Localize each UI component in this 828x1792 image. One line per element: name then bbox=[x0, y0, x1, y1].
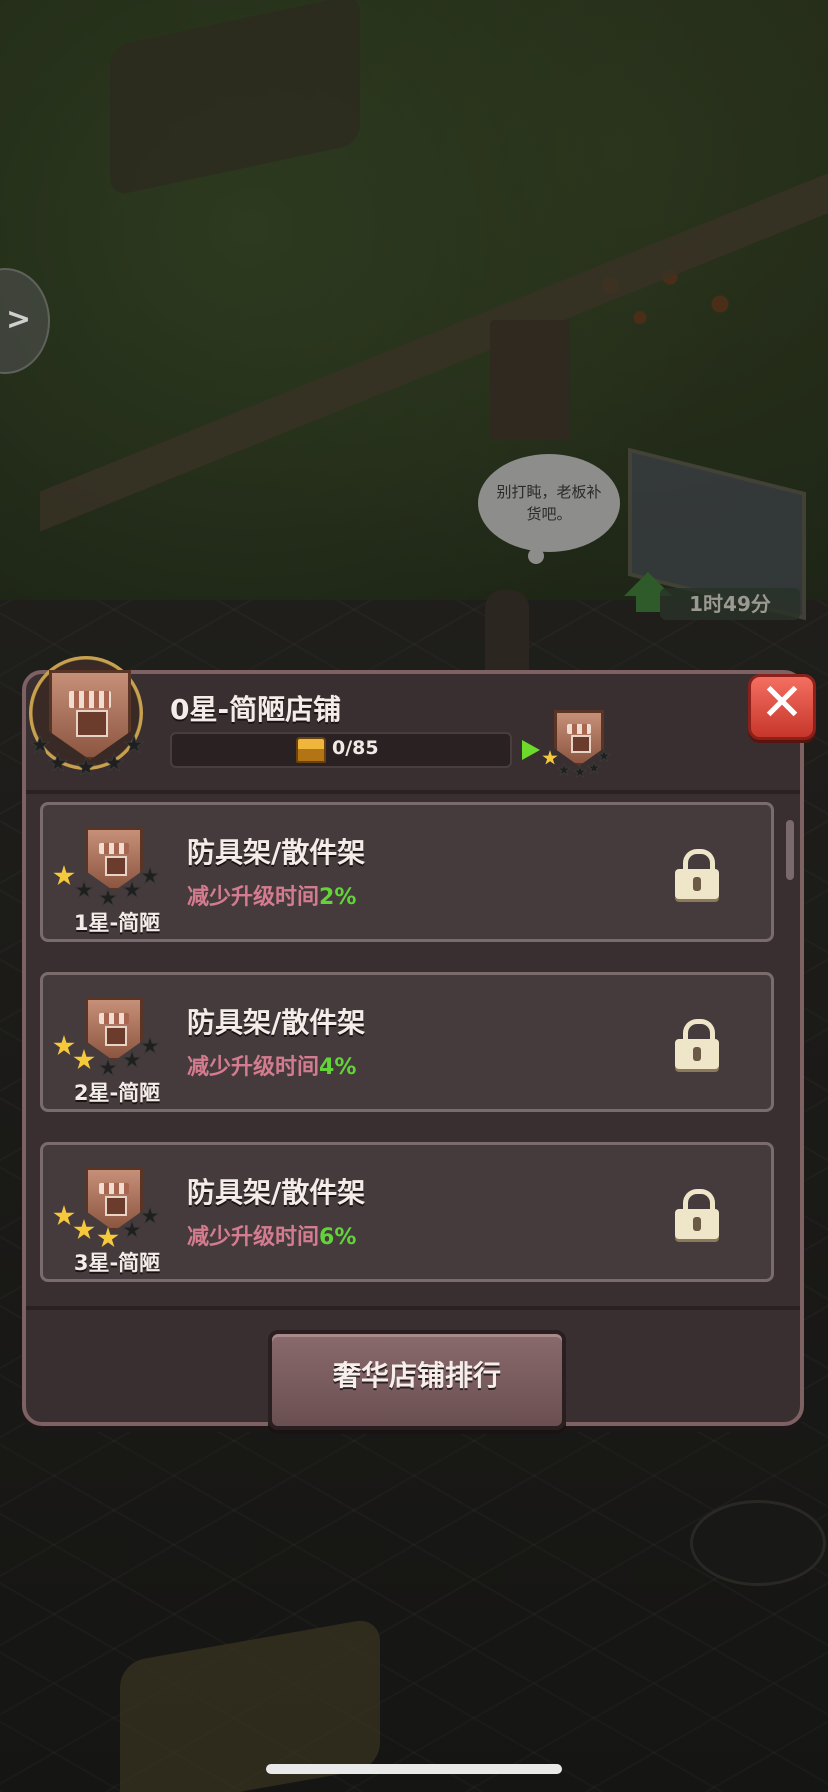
shop-badge-icon bbox=[554, 710, 604, 766]
luxury-shop-ranking-button[interactable]: 奢华店铺排行 bbox=[268, 1330, 566, 1430]
effect-value: 2% bbox=[319, 885, 357, 910]
star-icon bbox=[73, 1049, 95, 1070]
list-item[interactable]: 3星-简陋 防具架/散件架 减少升级时间6% bbox=[40, 1142, 774, 1282]
star-icon bbox=[53, 865, 75, 886]
chest-icon bbox=[296, 737, 326, 763]
wall-pillar bbox=[490, 320, 570, 440]
star-icon bbox=[586, 760, 602, 775]
item-effect: 减少升级时间2% bbox=[187, 879, 356, 911]
tier-label: 3星-简陋 bbox=[73, 1251, 161, 1275]
tier-badge: 3星-简陋 bbox=[53, 1155, 163, 1275]
progress-value: 0/85 bbox=[332, 737, 379, 759]
effect-text: 减少升级时间 bbox=[187, 1055, 320, 1080]
item-name: 防具架/散件架 bbox=[187, 1176, 366, 1209]
effect-value: 4% bbox=[319, 1055, 357, 1080]
star-icon bbox=[53, 1205, 75, 1226]
upgrade-timer: 1时49分 bbox=[660, 588, 800, 620]
shop-level-dialog: 0星-简陋店铺 0/85 ✕ 1星-简陋 防具架/散件架 减少升级时间2% 2星… bbox=[22, 656, 816, 1430]
chevron-right-icon: > bbox=[6, 302, 32, 337]
star-icon bbox=[97, 1057, 119, 1078]
star-icon bbox=[97, 1227, 119, 1248]
next-level-badge bbox=[542, 710, 612, 782]
lock-icon bbox=[675, 1189, 719, 1239]
home-indicator[interactable] bbox=[266, 1764, 562, 1774]
item-effect: 减少升级时间6% bbox=[187, 1219, 356, 1251]
dialog-header: 0星-简陋店铺 0/85 ✕ bbox=[26, 656, 816, 794]
effect-value: 6% bbox=[319, 1225, 357, 1250]
tier-label: 1星-简陋 bbox=[73, 911, 161, 935]
lock-icon bbox=[675, 849, 719, 899]
list-item[interactable]: 1星-简陋 防具架/散件架 减少升级时间2% bbox=[40, 802, 774, 942]
tier-badge: 1星-简陋 bbox=[53, 815, 163, 935]
item-name: 防具架/散件架 bbox=[187, 836, 366, 869]
current-shop-badge bbox=[29, 656, 149, 777]
item-effect: 减少升级时间4% bbox=[187, 1049, 356, 1081]
item-name: 防具架/散件架 bbox=[187, 1006, 366, 1039]
shop-badge-icon bbox=[85, 827, 143, 891]
star-icon bbox=[556, 762, 572, 777]
star-icon bbox=[73, 1219, 95, 1240]
list-scrollbar[interactable] bbox=[786, 820, 794, 880]
manhole-cover bbox=[690, 1500, 826, 1586]
shop-badge-icon bbox=[85, 997, 143, 1061]
lock-icon bbox=[675, 1019, 719, 1069]
list-item[interactable]: 2星-简陋 防具架/散件架 减少升级时间4% bbox=[40, 972, 774, 1112]
upgrade-progress-bar: 0/85 bbox=[170, 732, 512, 768]
shop-level-title: 0星-简陋店铺 bbox=[170, 693, 342, 726]
effect-text: 减少升级时间 bbox=[187, 1225, 320, 1250]
speech-bubble: 别打盹，老板补货吧。 bbox=[478, 454, 620, 564]
close-button[interactable]: ✕ bbox=[748, 673, 816, 740]
play-arrow-icon bbox=[522, 740, 540, 760]
shop-badge-icon bbox=[85, 1167, 143, 1231]
close-icon: ✕ bbox=[760, 673, 804, 733]
dialog-footer: 奢华店铺排行 bbox=[26, 1306, 800, 1430]
shopkeeper-character bbox=[485, 590, 529, 680]
star-icon bbox=[97, 887, 119, 908]
star-icon bbox=[572, 764, 588, 779]
tier-badge: 2星-简陋 bbox=[53, 985, 163, 1105]
tier-label: 2星-简陋 bbox=[73, 1081, 161, 1105]
star-icon bbox=[542, 750, 558, 765]
star-icon bbox=[73, 879, 95, 900]
level-reward-list[interactable]: 1星-简陋 防具架/散件架 减少升级时间2% 2星-简陋 防具架/散件架 减少升… bbox=[40, 802, 778, 1292]
effect-text: 减少升级时间 bbox=[187, 885, 320, 910]
star-icon bbox=[53, 1035, 75, 1056]
